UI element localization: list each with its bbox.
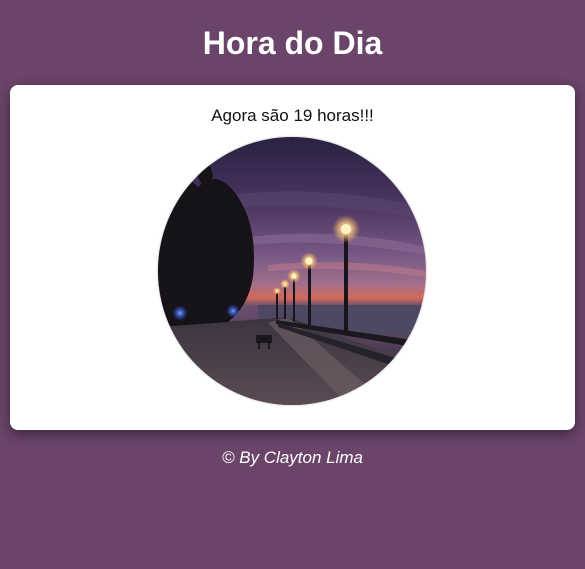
content-card: Agora são 19 horas!!! — [10, 85, 575, 430]
page-title: Hora do Dia — [202, 25, 383, 61]
time-of-day-photo — [158, 137, 426, 405]
evening-promenade-illustration — [158, 137, 426, 405]
footer-credit: © By Clayton Lima — [221, 448, 364, 467]
hour-message: Agora são 19 horas!!! — [211, 106, 374, 125]
